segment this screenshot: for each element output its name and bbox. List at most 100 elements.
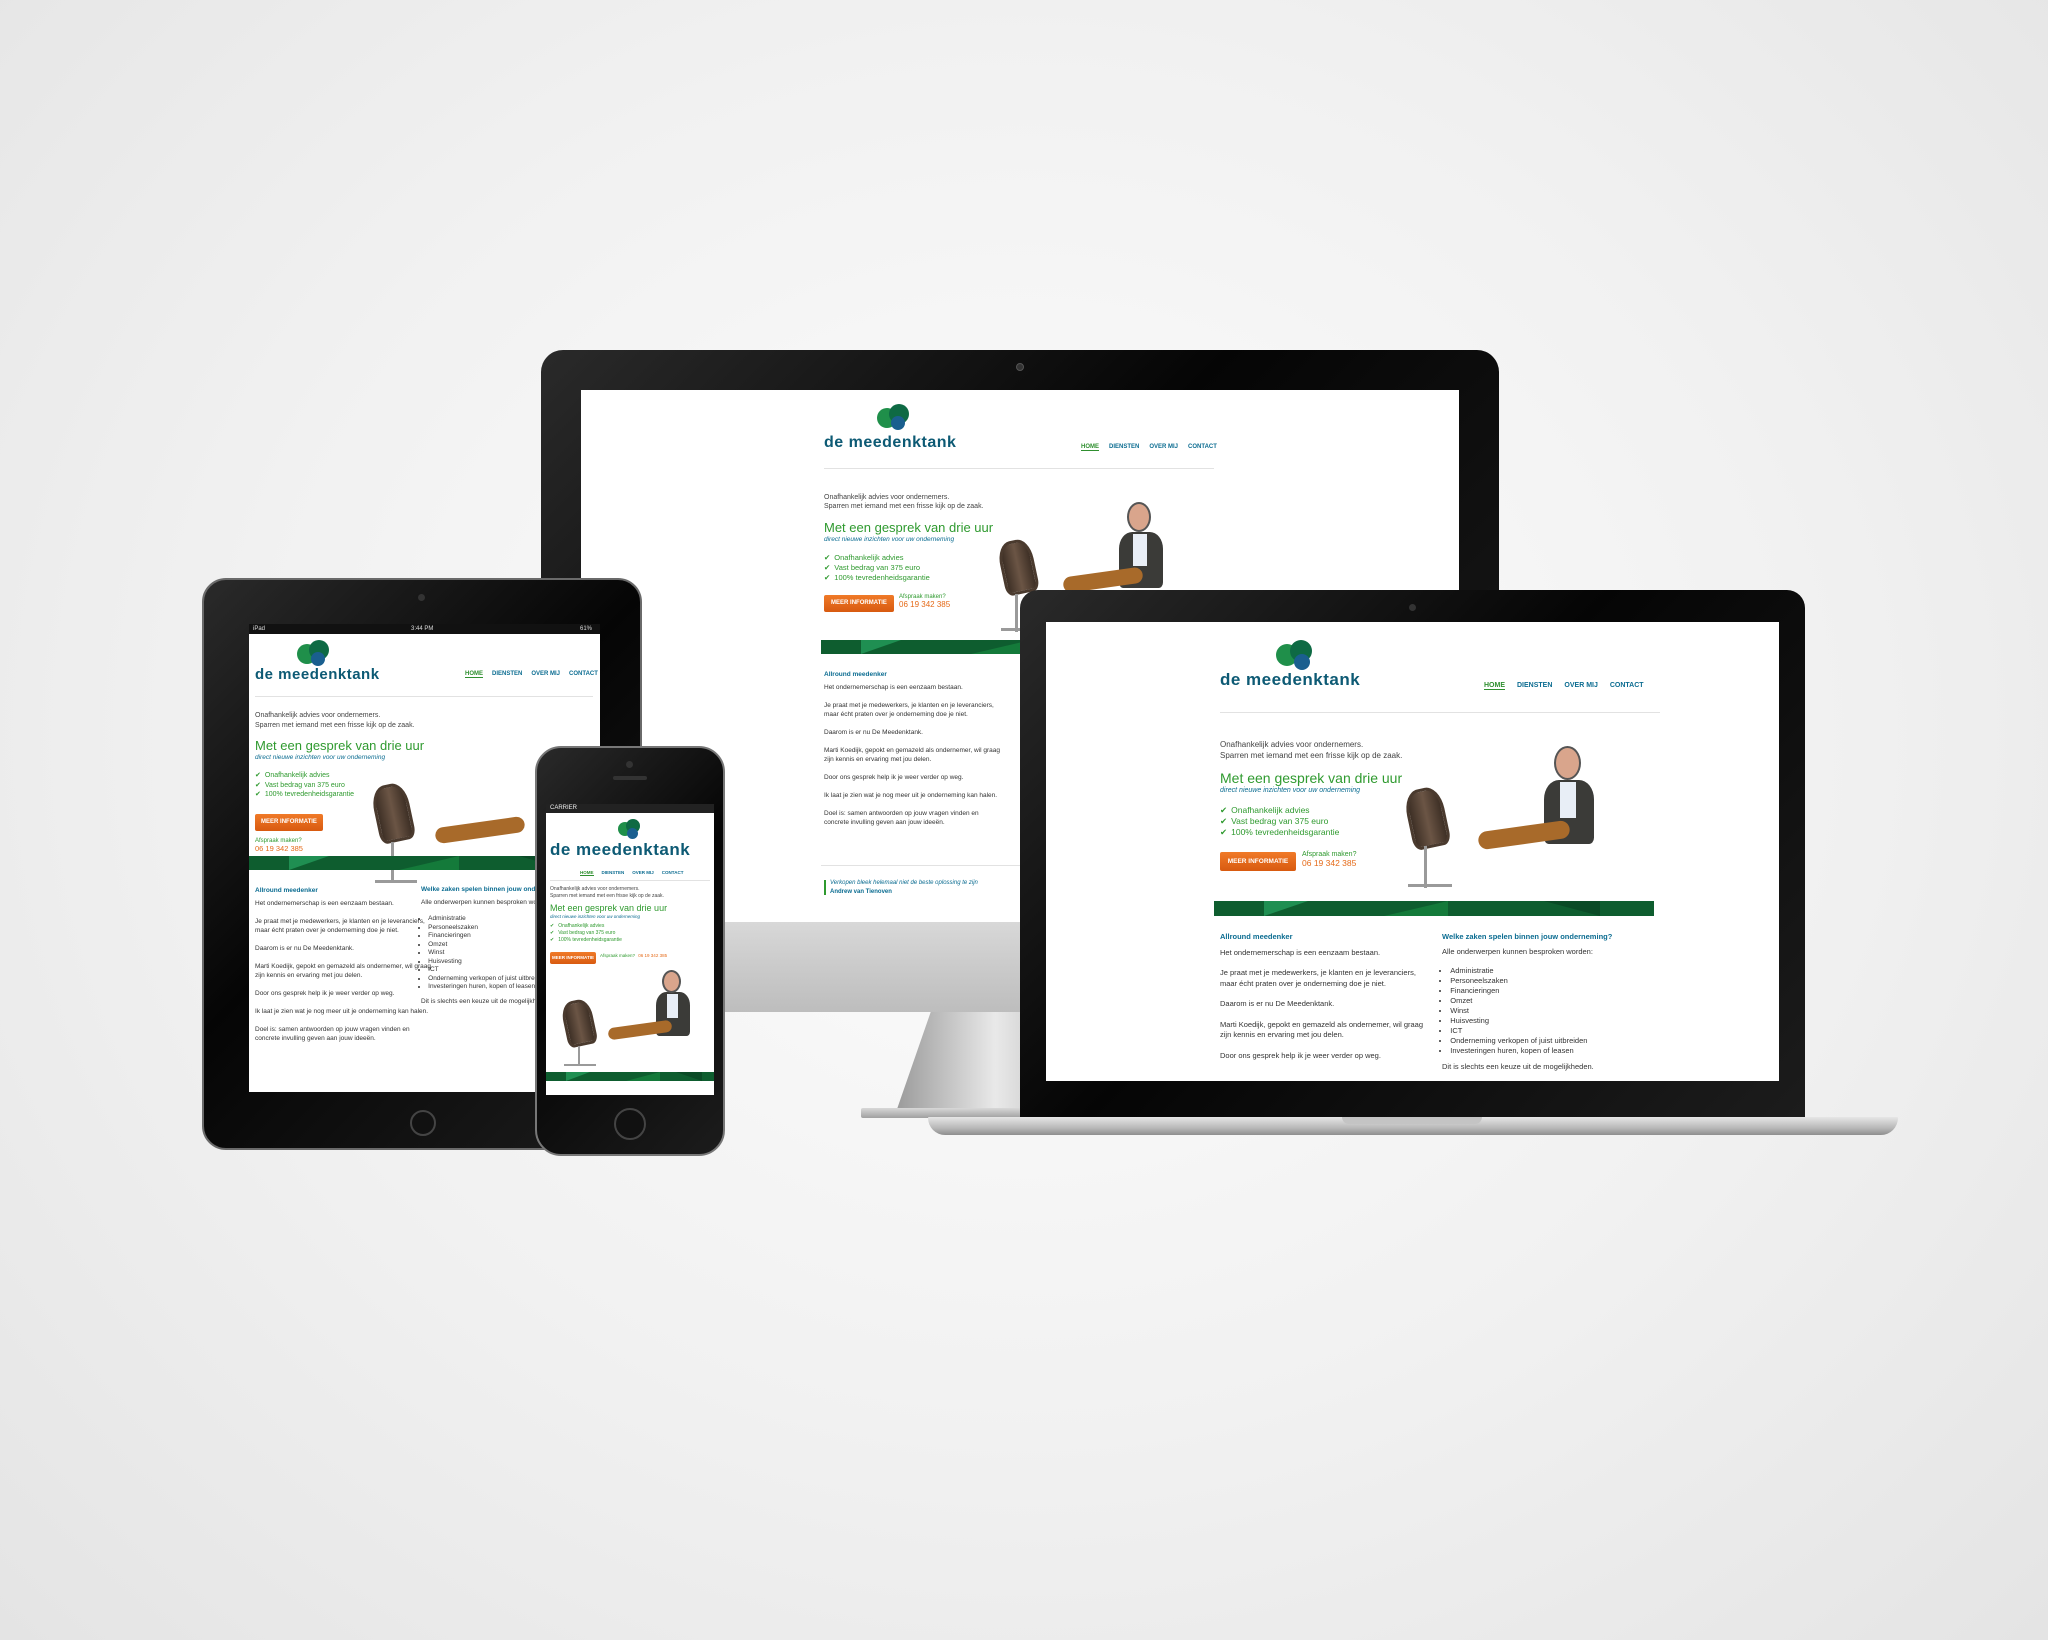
logo-icon	[297, 640, 331, 668]
tagline-1: Onafhankelijk advies voor ondernemers.	[255, 712, 381, 719]
nav-over-mij[interactable]: OVER MIJ	[632, 870, 654, 876]
usp-item: Onafhankelijk advies	[824, 553, 930, 563]
appointment-block: Afspraak maken? 06 19 342 385	[1302, 851, 1356, 868]
nav-over-mij[interactable]: OVER MIJ	[1149, 444, 1178, 451]
iphone-status-bar: CARRIER	[546, 804, 714, 813]
subheadline: direct nieuwe inzichten voor uw ondernem…	[1220, 787, 1361, 794]
headline: Met een gesprek van drie uur	[550, 903, 668, 913]
ipad-status-battery: 61%	[579, 626, 592, 632]
intro-title: Allround meedenker	[255, 887, 318, 894]
monitor-camera	[1016, 363, 1024, 371]
nav-contact[interactable]: CONTACT	[1610, 682, 1644, 690]
usp-item: Vast bedrag van 375 euro	[255, 781, 354, 791]
tagline-1: Onafhankelijk advies voor ondernemers.	[1220, 740, 1364, 749]
meer-informatie-button[interactable]: MEER INFORMATIE	[1220, 852, 1296, 871]
site-logo[interactable]: de meedenktank	[255, 666, 380, 683]
logo-icon	[1276, 640, 1316, 672]
usp-list: Onafhankelijk advies Vast bedrag van 375…	[824, 553, 930, 583]
usp-item: 100% tevredenheidsgarantie	[550, 937, 622, 944]
usp-item: 100% tevredenheidsgarantie	[255, 790, 354, 800]
nav-over-mij[interactable]: OVER MIJ	[531, 671, 560, 678]
laptop-notch	[1342, 1117, 1482, 1124]
site-logo[interactable]: de meedenktank	[1220, 670, 1360, 690]
tagline-2: Sparren met iemand met een frisse kijk o…	[550, 893, 664, 899]
usp-list: Onafhankelijk advies Vast bedrag van 375…	[255, 771, 354, 800]
logo-icon	[877, 404, 911, 432]
intro-column: Allround meedenker Het ondernemerschap i…	[824, 671, 1000, 826]
nav-contact[interactable]: CONTACT	[569, 671, 598, 678]
ipad-status-bar: iPad 3:44 PM 61%	[249, 624, 600, 634]
appointment-label: Afspraak maken?	[600, 953, 636, 958]
phone-link[interactable]: 06 19 342 385	[255, 844, 303, 853]
phone-link[interactable]: 06 19 342 385	[899, 600, 950, 609]
subheadline: direct nieuwe inzichten voor uw ondernem…	[255, 754, 386, 761]
intro-title: Allround meedenker	[1220, 932, 1293, 941]
appointment-block: Afspraak maken? 06 19 342 385	[600, 953, 667, 958]
iphone-camera	[626, 761, 633, 768]
intro-column: Allround meedenker Het ondernemerschap i…	[255, 887, 431, 1042]
nav-home[interactable]: HOME	[465, 671, 483, 678]
meer-informatie-button[interactable]: MEER INFORMATIE	[550, 952, 596, 964]
usp-item: Vast bedrag van 375 euro	[1220, 816, 1339, 827]
subheadline: direct nieuwe inzichten voor uw ondernem…	[550, 914, 641, 919]
topics-list: Administratie Personeelszaken Financieri…	[1442, 966, 1612, 1056]
main-nav: HOME DIENSTEN OVER MIJ CONTACT	[580, 870, 683, 876]
usp-item: 100% tevredenheidsgarantie	[1220, 827, 1339, 838]
main-nav: HOME DIENSTEN OVER MIJ CONTACT	[465, 671, 598, 678]
site-logo[interactable]: de meedenktank	[550, 840, 690, 860]
nav-contact[interactable]: CONTACT	[662, 870, 684, 876]
nav-diensten[interactable]: DIENSTEN	[602, 870, 625, 876]
ipad-camera	[418, 594, 425, 601]
hero-image	[556, 970, 706, 1070]
iphone-speaker	[613, 776, 647, 780]
topics-title: Welke zaken spelen binnen jouw ondernemi…	[1442, 932, 1613, 941]
topics-column: Welke zaken spelen binnen jouw ondernemi…	[1442, 932, 1612, 1072]
header-divider	[255, 696, 593, 697]
headline: Met een gesprek van drie uur	[255, 738, 425, 753]
usp-item: Onafhankelijk advies	[1220, 805, 1339, 816]
appointment-label: Afspraak maken?	[1302, 851, 1357, 858]
iphone-screen: CARRIER de meedenktank HOME DIENSTEN OVE…	[546, 804, 714, 1095]
usp-item: Onafhankelijk advies	[550, 923, 622, 930]
hero-band	[1214, 901, 1654, 916]
phone-link[interactable]: 06 19 342 385	[638, 953, 667, 958]
hero-band	[546, 1072, 714, 1081]
headline: Met een gesprek van drie uur	[824, 520, 994, 535]
usp-list: Onafhankelijk advies Vast bedrag van 375…	[1220, 805, 1339, 838]
iphone: CARRIER de meedenktank HOME DIENSTEN OVE…	[535, 746, 725, 1156]
nav-diensten[interactable]: DIENSTEN	[1109, 444, 1139, 451]
quote-text: Verkopen bleek helemaal niet de beste op…	[830, 880, 978, 886]
intro-title: Allround meedenker	[824, 671, 887, 678]
header-divider	[550, 880, 710, 881]
appointment-block: Afspraak maken? 06 19 342 385	[899, 594, 950, 609]
logo-icon	[618, 819, 642, 841]
usp-list: Onafhankelijk advies Vast bedrag van 375…	[550, 923, 622, 944]
nav-home[interactable]: HOME	[1081, 444, 1099, 451]
main-nav: HOME DIENSTEN OVER MIJ CONTACT	[1484, 682, 1644, 690]
nav-over-mij[interactable]: OVER MIJ	[1564, 682, 1597, 690]
meer-informatie-button[interactable]: MEER INFORMATIE	[255, 814, 323, 831]
meer-informatie-button[interactable]: MEER INFORMATIE	[824, 595, 894, 612]
tagline-1: Onafhankelijk advies voor ondernemers.	[824, 494, 950, 501]
iphone-carrier: CARRIER	[550, 805, 578, 811]
intro-column: Allround meedenker Het ondernemerschap i…	[1220, 932, 1424, 1060]
nav-diensten[interactable]: DIENSTEN	[492, 671, 522, 678]
main-nav: HOME DIENSTEN OVER MIJ CONTACT	[1081, 444, 1217, 451]
nav-contact[interactable]: CONTACT	[1188, 444, 1217, 451]
tagline-2: Sparren met iemand met een frisse kijk o…	[255, 722, 415, 729]
phone-link[interactable]: 06 19 342 385	[1302, 858, 1356, 868]
site-logo[interactable]: de meedenktank	[824, 434, 956, 452]
nav-diensten[interactable]: DIENSTEN	[1517, 682, 1552, 690]
quote-author: Andrew van Tienoven	[830, 889, 892, 895]
iphone-home-button[interactable]	[614, 1108, 646, 1140]
nav-home[interactable]: HOME	[580, 870, 594, 876]
hero-image	[1402, 746, 1658, 896]
tagline-2: Sparren met iemand met een frisse kijk o…	[1220, 751, 1403, 760]
usp-item: Vast bedrag van 375 euro	[824, 563, 930, 573]
appointment-block: Afspraak maken? 06 19 342 385	[255, 838, 303, 853]
ipad-home-button[interactable]	[410, 1110, 436, 1136]
ipad-status-time: 3:44 PM	[411, 626, 434, 632]
subheadline: direct nieuwe inzichten voor uw ondernem…	[824, 536, 955, 543]
nav-home[interactable]: HOME	[1484, 682, 1505, 690]
header-divider	[824, 468, 1214, 469]
